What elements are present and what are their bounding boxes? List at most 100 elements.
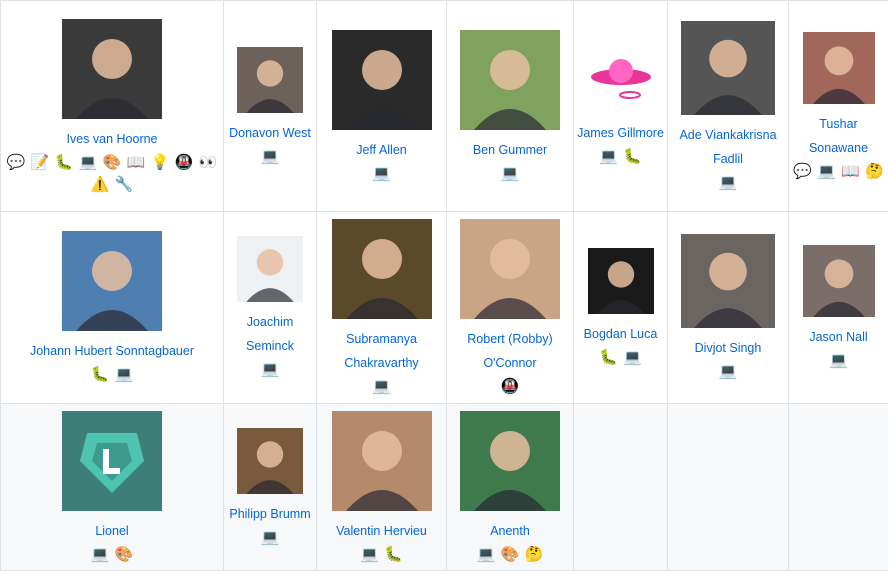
design-icon[interactable]: 🎨 bbox=[500, 544, 520, 564]
contributor-cell: Anenth💻🎨🤔 bbox=[447, 404, 574, 571]
warning-icon[interactable]: ⚠️ bbox=[90, 174, 110, 194]
review-icon[interactable]: 👀 bbox=[198, 152, 218, 172]
avatar[interactable] bbox=[62, 19, 162, 119]
docs-icon[interactable]: 📝 bbox=[30, 152, 50, 172]
contribution-icons: 💻 bbox=[260, 359, 280, 379]
avatar[interactable] bbox=[803, 245, 875, 317]
contributor-name[interactable]: Jason Nall bbox=[809, 325, 867, 349]
contributor-name[interactable]: Ade Viankakrisna Fadlil bbox=[671, 123, 785, 171]
contribution-icons: 💻 bbox=[718, 361, 738, 381]
contributor: Joachim Seminck💻 bbox=[227, 236, 313, 379]
avatar[interactable] bbox=[237, 236, 303, 302]
code-icon[interactable]: 💻 bbox=[260, 359, 280, 379]
question-icon[interactable]: 💬 bbox=[793, 161, 813, 181]
avatar[interactable] bbox=[460, 411, 560, 511]
contribution-icons: 💻🎨🤔 bbox=[476, 544, 544, 564]
avatar[interactable] bbox=[62, 411, 162, 511]
bug-icon[interactable]: 🐛 bbox=[54, 152, 74, 172]
code-icon[interactable]: 💻 bbox=[372, 163, 392, 183]
contributor-cell: Tushar Sonawane💬💻📖🤔 bbox=[789, 1, 888, 212]
contributor-name[interactable]: Lionel bbox=[95, 519, 128, 543]
avatar[interactable] bbox=[460, 219, 560, 319]
code-icon[interactable]: 💻 bbox=[817, 161, 837, 181]
avatar[interactable] bbox=[803, 32, 875, 104]
table-row: Lionel💻🎨 Philipp Brumm💻 Valentin Hervieu… bbox=[1, 404, 888, 571]
code-icon[interactable]: 💻 bbox=[372, 376, 392, 396]
bug-icon[interactable]: 🐛 bbox=[90, 364, 110, 384]
contributor-name[interactable]: Tushar Sonawane bbox=[792, 112, 885, 160]
contributor-cell: Johann Hubert Sonntagbauer🐛💻 bbox=[1, 212, 224, 404]
contributor-name[interactable]: Bogdan Luca bbox=[584, 322, 658, 346]
contributor-name[interactable]: Ben Gummer bbox=[473, 138, 547, 162]
book-icon[interactable]: 📖 bbox=[841, 161, 861, 181]
contributor-cell: Philipp Brumm💻 bbox=[224, 404, 317, 571]
contributor: Lionel💻🎨 bbox=[4, 411, 220, 564]
contribution-icons: 💬💻📖🤔 bbox=[793, 161, 885, 181]
code-icon[interactable]: 💻 bbox=[718, 172, 738, 192]
tool-icon[interactable]: 🔧 bbox=[114, 174, 134, 194]
avatar[interactable] bbox=[62, 231, 162, 331]
code-icon[interactable]: 💻 bbox=[360, 544, 380, 564]
contributor: Ives van Hoorne 💬📝🐛💻🎨📖💡🚇👀 ⚠️🔧 bbox=[4, 19, 220, 194]
code-icon[interactable]: 💻 bbox=[623, 347, 643, 367]
code-icon[interactable]: 💻 bbox=[500, 163, 520, 183]
contributor: Divjot Singh💻 bbox=[671, 234, 785, 381]
book-icon[interactable]: 📖 bbox=[126, 152, 146, 172]
design-icon[interactable]: 🎨 bbox=[102, 152, 122, 172]
avatar[interactable] bbox=[588, 248, 654, 314]
code-icon[interactable]: 💻 bbox=[260, 146, 280, 166]
avatar[interactable] bbox=[588, 47, 654, 113]
contribution-icons: 💻 bbox=[260, 527, 280, 547]
code-icon[interactable]: 💻 bbox=[829, 350, 849, 370]
question-icon[interactable]: 💬 bbox=[6, 152, 26, 172]
avatar[interactable] bbox=[460, 30, 560, 130]
contributor-cell: Divjot Singh💻 bbox=[668, 212, 789, 404]
ideas-icon[interactable]: 💡 bbox=[150, 152, 170, 172]
thinking-icon[interactable]: 🤔 bbox=[524, 544, 544, 564]
bug-icon[interactable]: 🐛 bbox=[623, 146, 643, 166]
contribution-icons: 💻🎨 bbox=[90, 544, 134, 564]
code-icon[interactable]: 💻 bbox=[78, 152, 98, 172]
contributor-name[interactable]: Philipp Brumm bbox=[229, 502, 310, 526]
thinking-icon[interactable]: 🤔 bbox=[865, 161, 885, 181]
avatar[interactable] bbox=[681, 21, 775, 115]
contributor-name[interactable]: James Gillmore bbox=[577, 121, 664, 145]
contributor-name[interactable]: Johann Hubert Sonntagbauer bbox=[30, 339, 194, 363]
code-icon[interactable]: 💻 bbox=[260, 527, 280, 547]
avatar[interactable] bbox=[332, 30, 432, 130]
code-icon[interactable]: 💻 bbox=[599, 146, 619, 166]
avatar[interactable] bbox=[237, 428, 303, 494]
bug-icon[interactable]: 🐛 bbox=[384, 544, 404, 564]
contributor: Johann Hubert Sonntagbauer🐛💻 bbox=[4, 231, 220, 384]
infra-icon[interactable]: 🚇 bbox=[174, 152, 194, 172]
contributor-name[interactable]: Valentin Hervieu bbox=[336, 519, 427, 543]
contributor-name[interactable]: Jeff Allen bbox=[356, 138, 407, 162]
bug-icon[interactable]: 🐛 bbox=[599, 347, 619, 367]
avatar[interactable] bbox=[237, 47, 303, 113]
avatar[interactable] bbox=[681, 234, 775, 328]
contributor-name[interactable]: Ives van Hoorne bbox=[66, 127, 157, 151]
contributor: Anenth💻🎨🤔 bbox=[450, 411, 570, 564]
table-row: Ives van Hoorne💬📝🐛💻🎨📖💡🚇👀⚠️🔧 Donavon West… bbox=[1, 1, 888, 212]
avatar[interactable] bbox=[332, 219, 432, 319]
empty-cell bbox=[789, 404, 888, 571]
contributor-cell: Lionel💻🎨 bbox=[1, 404, 224, 571]
contributor: Donavon West💻 bbox=[227, 47, 313, 166]
avatar[interactable] bbox=[332, 411, 432, 511]
code-icon[interactable]: 💻 bbox=[114, 364, 134, 384]
contributor-name[interactable]: Joachim Seminck bbox=[227, 310, 313, 358]
code-icon[interactable]: 💻 bbox=[718, 361, 738, 381]
contributor-name[interactable]: Divjot Singh bbox=[695, 336, 762, 360]
contributor: Philipp Brumm💻 bbox=[227, 428, 313, 547]
infra-icon[interactable]: 🚇 bbox=[500, 376, 520, 396]
contributor-name[interactable]: Anenth bbox=[490, 519, 530, 543]
design-icon[interactable]: 🎨 bbox=[114, 544, 134, 564]
code-icon[interactable]: 💻 bbox=[90, 544, 110, 564]
code-icon[interactable]: 💻 bbox=[476, 544, 496, 564]
contributor-name[interactable]: Subramanya Chakravarthy bbox=[320, 327, 443, 375]
contributor-cell: Donavon West💻 bbox=[224, 1, 317, 212]
contributor-cell: Robert (Robby) O'Connor🚇 bbox=[447, 212, 574, 404]
contributor-name[interactable]: Donavon West bbox=[229, 121, 311, 145]
contributor: Tushar Sonawane💬💻📖🤔 bbox=[792, 32, 885, 181]
contributor-name[interactable]: Robert (Robby) O'Connor bbox=[450, 327, 570, 375]
